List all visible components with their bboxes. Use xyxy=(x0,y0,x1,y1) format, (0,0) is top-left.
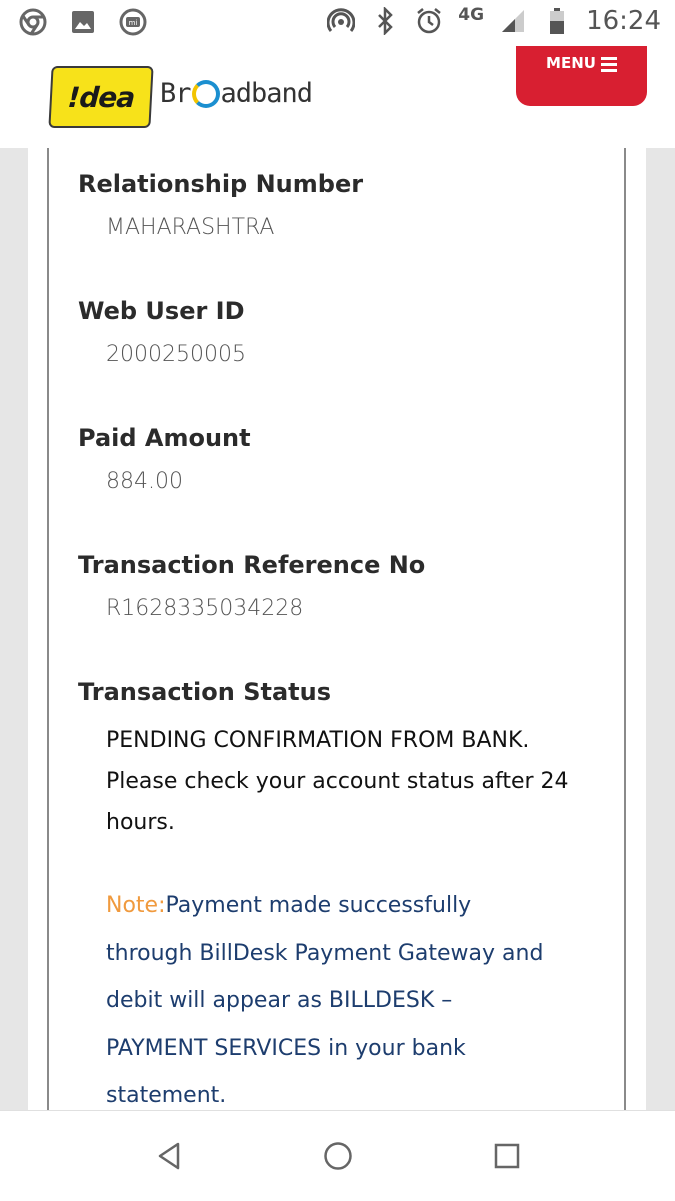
broadband-logo-post: adband xyxy=(220,78,314,109)
broadband-logo-pre: Br xyxy=(160,78,192,109)
battery-icon xyxy=(542,6,572,36)
note-label: Note: xyxy=(106,893,166,918)
relationship-number-value: MAHARASHTRA xyxy=(106,215,275,240)
hamburger-icon xyxy=(600,57,617,72)
signal-icon xyxy=(498,6,528,36)
back-icon[interactable] xyxy=(152,1139,186,1173)
idea-logo-text: !dea xyxy=(66,80,136,114)
broadband-o-icon xyxy=(191,79,220,108)
recents-icon[interactable] xyxy=(490,1139,524,1173)
payment-note: Note:Payment made successfully through B… xyxy=(106,882,556,1120)
home-icon[interactable] xyxy=(321,1139,355,1173)
svg-text:mi: mi xyxy=(129,19,138,27)
paid-amount-value: 884.00 xyxy=(106,469,183,494)
broadband-logo: Br adband xyxy=(160,78,314,109)
hotspot-icon xyxy=(326,6,356,36)
chrome-icon xyxy=(18,7,48,37)
clock: 16:24 xyxy=(586,6,661,36)
menu-label: MENU xyxy=(546,54,596,72)
transaction-status-text: PENDING CONFIRMATION FROM BANK. Please c… xyxy=(106,728,569,835)
relationship-number-label: Relationship Number xyxy=(78,170,364,198)
bluetooth-icon xyxy=(370,6,400,36)
transaction-reference-label: Transaction Reference No xyxy=(78,551,426,579)
status-bar: mi 4G 16:24 xyxy=(0,0,675,46)
menu-button[interactable]: MENU xyxy=(516,46,647,106)
gallery-icon xyxy=(68,7,98,37)
mi-icon: mi xyxy=(118,7,148,37)
network-type: 4G xyxy=(458,5,485,25)
transaction-reference-value: R1628335034228 xyxy=(106,596,304,621)
idea-logo[interactable]: !dea xyxy=(48,66,154,128)
transaction-status-label: Transaction Status xyxy=(78,678,331,706)
web-user-id-label: Web User ID xyxy=(78,297,245,325)
web-user-id-value: 2000250005 xyxy=(106,342,246,367)
alarm-icon xyxy=(414,6,444,36)
navigation-bar xyxy=(0,1110,675,1201)
site-header: !dea Br adband MENU xyxy=(0,46,675,148)
paid-amount-label: Paid Amount xyxy=(78,424,251,452)
note-text: Payment made successfully through BillDe… xyxy=(106,893,544,1108)
